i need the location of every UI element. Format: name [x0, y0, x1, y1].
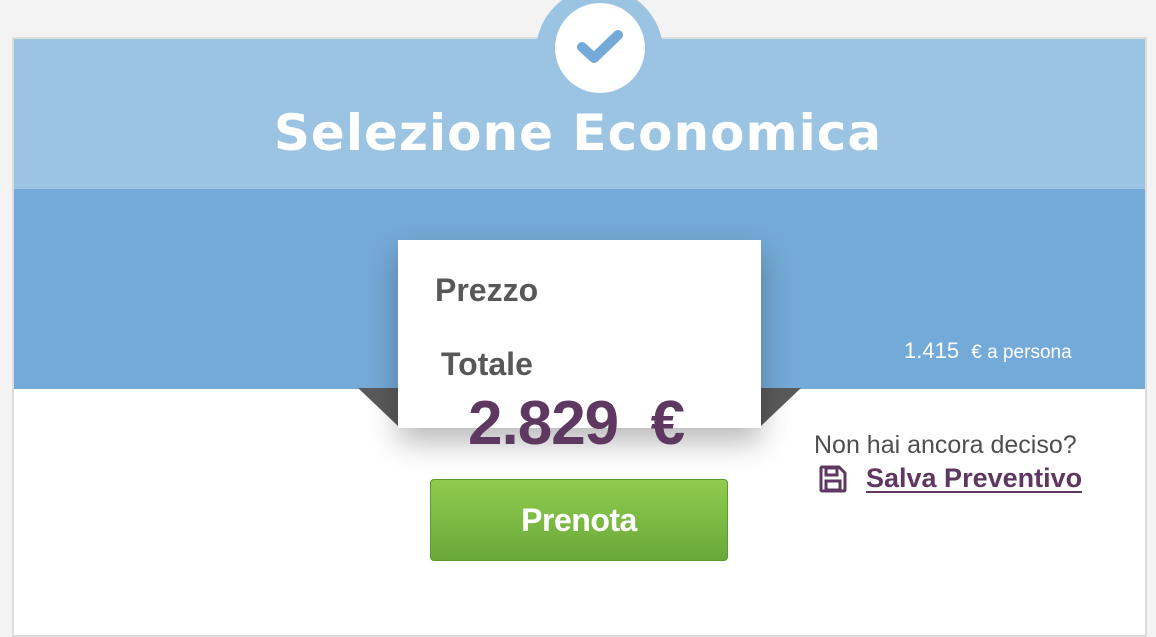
ribbon-fold-left	[358, 388, 398, 426]
save-quote-label: Salva Preventivo	[866, 463, 1083, 493]
price-label: Prezzo	[435, 272, 539, 308]
per-person-amount: 1.415	[904, 338, 960, 363]
total-label: Totale	[441, 346, 533, 382]
book-button[interactable]: Prenota	[430, 479, 728, 561]
save-quote-link[interactable]: Salva Preventivo	[818, 463, 1082, 494]
check-badge	[555, 3, 645, 93]
per-person-price: 1.415 € a persona	[904, 338, 1072, 364]
ribbon-fold-right	[761, 388, 801, 426]
total-price: 2.829 €	[468, 389, 685, 458]
undecided-text: Non hai ancora deciso?	[814, 431, 1077, 459]
per-person-suffix: € a persona	[971, 342, 1072, 363]
check-icon	[574, 26, 626, 71]
offer-title: Selezione Economica	[273, 104, 883, 162]
floppy-disk-icon	[818, 464, 848, 494]
